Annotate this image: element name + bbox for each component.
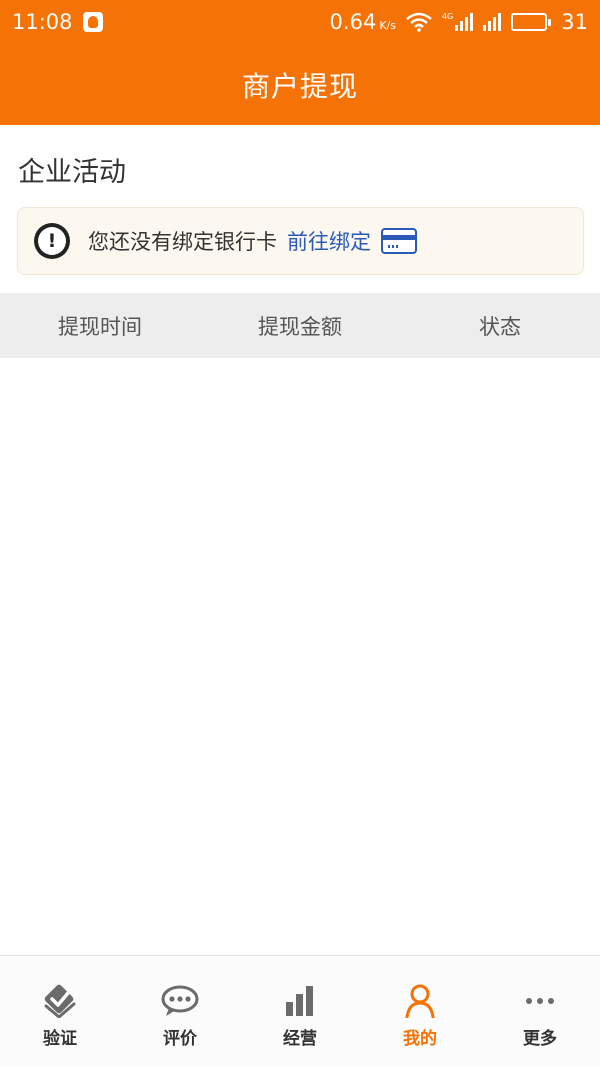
tab-label-mine: 我的 xyxy=(403,1029,437,1049)
tab-mine[interactable]: 我的 xyxy=(360,956,480,1067)
table-header: 提现时间 提现金额 状态 xyxy=(0,293,600,358)
bank-card-notice: ! 您还没有绑定银行卡 前往绑定 xyxy=(17,207,584,275)
bottom-tab-bar: 验证 评价 经营 我的 更多 xyxy=(0,955,600,1067)
bind-card-link[interactable]: 前往绑定 xyxy=(287,226,371,256)
tab-label-comment: 评价 xyxy=(163,1029,197,1049)
network-speed: 0.64 K/s xyxy=(330,10,396,34)
cellular-signal-icon xyxy=(483,13,502,31)
cellular-4g-signal-icon: 4G xyxy=(441,12,474,31)
column-header-time: 提现时间 xyxy=(58,314,142,339)
network-speed-unit: K/s xyxy=(379,19,396,32)
tab-more[interactable]: 更多 xyxy=(480,956,600,1067)
tab-label-more: 更多 xyxy=(523,1029,557,1049)
more-icon xyxy=(523,984,557,1018)
battery-level: 31 xyxy=(561,10,588,34)
notice-message: 您还没有绑定银行卡 xyxy=(88,230,277,254)
section-title: 企业活动 xyxy=(18,157,126,188)
column-header-amount: 提现金额 xyxy=(258,314,342,339)
network-speed-value: 0.64 xyxy=(329,10,377,34)
status-bar: 11:08 0.64 K/s 4G 31 xyxy=(0,0,600,44)
battery-icon xyxy=(511,13,552,31)
qq-notification-icon xyxy=(82,12,103,32)
verify-icon xyxy=(42,984,78,1018)
tab-comment[interactable]: 评价 xyxy=(120,956,240,1067)
network-type-label: 4G xyxy=(441,12,454,21)
chart-icon xyxy=(283,984,317,1018)
status-time: 11:08 xyxy=(12,10,73,34)
warning-icon: ! xyxy=(34,223,70,259)
column-header-status: 状态 xyxy=(479,314,521,339)
tab-label-business: 经营 xyxy=(283,1029,317,1049)
header-bar: 商户提现 xyxy=(0,44,600,125)
user-icon xyxy=(405,984,435,1018)
bank-card-icon[interactable] xyxy=(381,228,417,254)
wifi-icon xyxy=(406,12,432,32)
page-title: 商户提现 xyxy=(241,69,358,103)
tab-business[interactable]: 经营 xyxy=(240,956,360,1067)
tab-verify[interactable]: 验证 xyxy=(0,956,120,1067)
tab-label-verify: 验证 xyxy=(43,1029,77,1049)
comment-icon xyxy=(160,984,200,1018)
